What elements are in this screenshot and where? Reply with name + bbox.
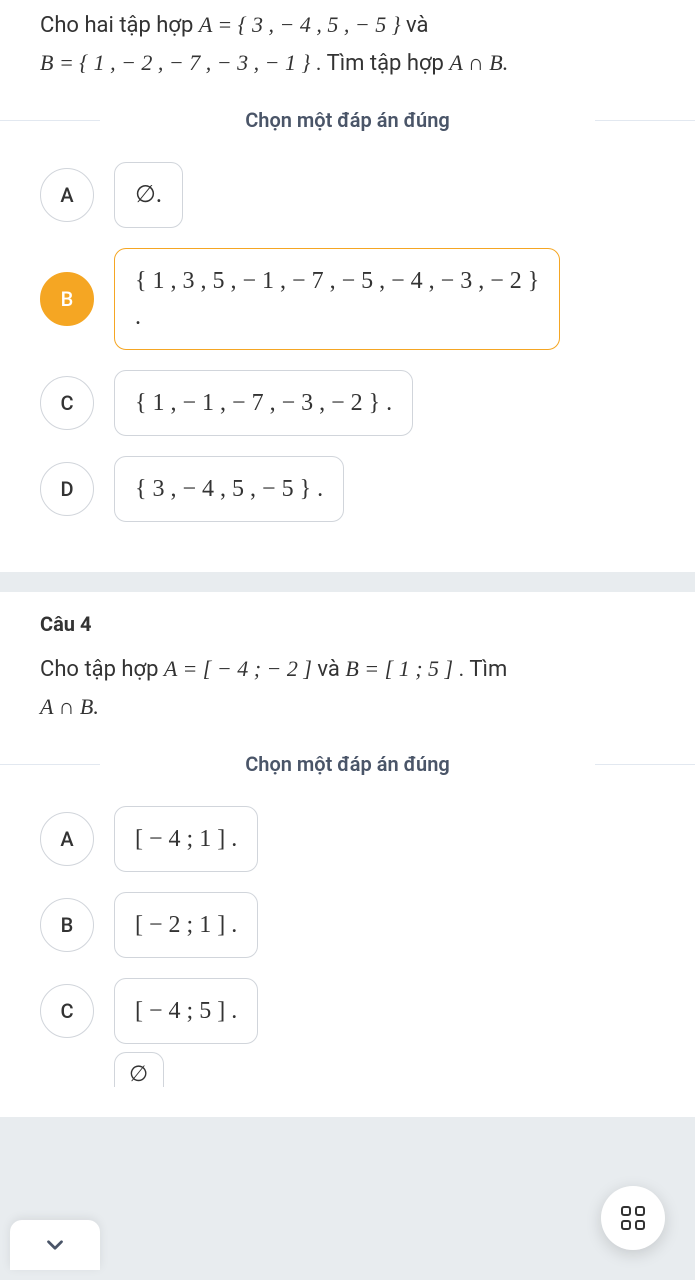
- question-card-4: Câu 4 Cho tập hợp A = [ − 4 ; − 2 ] và B…: [0, 592, 695, 1117]
- q3-setA: A = { 3 , − 4 , 5 , − 5 }: [199, 12, 401, 37]
- q3-joiner: và: [406, 13, 428, 38]
- q3-option-B-row: B { 1 , 3 , 5 , − 1 , − 7 , − 5 , − 4 , …: [40, 248, 655, 350]
- question-card-3: Cho hai tập hợp A = { 3 , − 4 , 5 , − 5 …: [0, 0, 695, 572]
- q3-prompt-text-1: Cho hai tập hợp: [40, 13, 199, 38]
- q3-option-A-letter[interactable]: A: [40, 168, 94, 222]
- q4-option-B-row: B [ − 2 ; 1 ] .: [40, 892, 655, 958]
- q4-option-C-row: C [ − 4 ; 5 ] .: [40, 978, 655, 1044]
- q4-option-C-letter[interactable]: C: [40, 984, 94, 1038]
- q4-option-A-box[interactable]: [ − 4 ; 1 ] .: [114, 806, 258, 872]
- grid-menu-button[interactable]: [601, 1186, 665, 1250]
- q4-prompt-text-2: . Tìm: [459, 657, 508, 682]
- q3-option-B-box[interactable]: { 1 , 3 , 5 , − 1 , − 7 , − 5 , − 4 , − …: [114, 248, 560, 350]
- q4-header: Câu 4: [40, 612, 655, 636]
- question-4-prompt: Cho tập hợp A = [ − 4 ; − 2 ] và B = [ 1…: [40, 650, 655, 727]
- q4-option-B-letter[interactable]: B: [40, 898, 94, 952]
- q3-option-D-row: D { 3 , − 4 , 5 , − 5 } .: [40, 456, 655, 522]
- q3-option-B-letter[interactable]: B: [40, 272, 94, 326]
- q3-option-B-text: { 1 , 3 , 5 , − 1 , − 7 , − 5 , − 4 , − …: [135, 268, 539, 294]
- q4-setB: B = [ 1 ; 5 ]: [345, 656, 453, 681]
- q3-option-D-box[interactable]: { 3 , − 4 , 5 , − 5 } .: [114, 456, 344, 522]
- q3-option-B-dot: .: [135, 304, 141, 330]
- q4-option-A-row: A [ − 4 ; 1 ] .: [40, 806, 655, 872]
- q4-target: A ∩ B.: [40, 694, 99, 719]
- q3-instruction: Chọn một đáp án đúng: [40, 108, 655, 132]
- q3-option-D-letter[interactable]: D: [40, 462, 94, 516]
- q3-option-A-row: A ∅.: [40, 162, 655, 228]
- grid-icon: [621, 1206, 645, 1230]
- q4-prompt-text-1: Cho tập hợp: [40, 657, 164, 682]
- chevron-down-icon: [42, 1232, 68, 1258]
- q4-option-B-box[interactable]: [ − 2 ; 1 ] .: [114, 892, 258, 958]
- q4-option-D-partial[interactable]: ∅: [114, 1052, 164, 1087]
- q3-setB: B = { 1 , − 2 , − 7 , − 3 , − 1 }: [40, 50, 310, 75]
- q3-option-C-box[interactable]: { 1 , − 1 , − 7 , − 3 , − 2 } .: [114, 370, 413, 436]
- q4-setA: A = [ − 4 ; − 2 ]: [164, 656, 312, 681]
- q3-option-C-letter[interactable]: C: [40, 376, 94, 430]
- q4-option-C-box[interactable]: [ − 4 ; 5 ] .: [114, 978, 258, 1044]
- question-3-prompt: Cho hai tập hợp A = { 3 , − 4 , 5 , − 5 …: [40, 6, 655, 83]
- q4-option-A-letter[interactable]: A: [40, 812, 94, 866]
- q3-option-C-row: C { 1 , − 1 , − 7 , − 3 , − 2 } .: [40, 370, 655, 436]
- q4-joiner: và: [317, 657, 345, 682]
- q4-instruction: Chọn một đáp án đúng: [40, 752, 655, 776]
- q3-target: A ∩ B.: [449, 50, 508, 75]
- q3-option-A-box[interactable]: ∅.: [114, 162, 183, 228]
- expand-button[interactable]: [10, 1220, 100, 1270]
- q3-prompt-text-2: . Tìm tập hợp: [316, 51, 450, 76]
